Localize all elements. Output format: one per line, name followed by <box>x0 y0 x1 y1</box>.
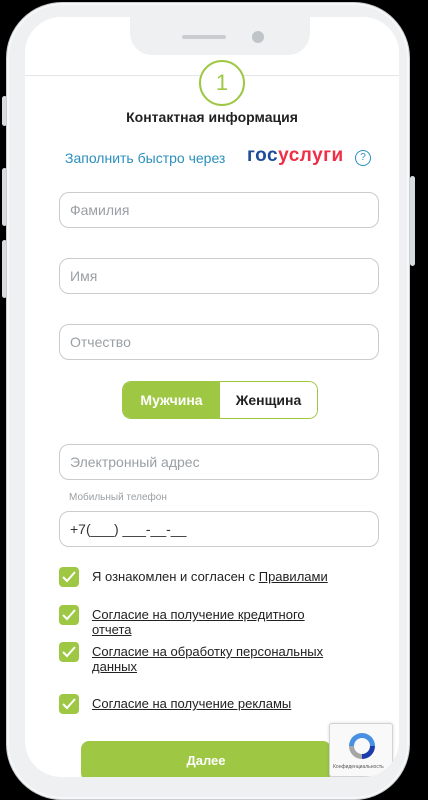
consent-rules-checkbox[interactable] <box>59 567 79 587</box>
phone-side-button <box>410 176 415 266</box>
consent-credit-link[interactable]: Согласие на получение кредитного отчета <box>92 607 305 637</box>
check-icon <box>62 571 76 583</box>
page-title: Контактная информация <box>126 109 298 125</box>
phone-notch <box>130 17 310 55</box>
middle-name-input[interactable] <box>60 325 378 359</box>
gender-female-button[interactable]: Женщина <box>220 382 317 418</box>
first-name-input[interactable] <box>60 259 378 293</box>
last-name-input[interactable] <box>60 193 378 227</box>
next-button[interactable]: Далее <box>81 741 331 777</box>
question-icon[interactable]: ? <box>355 150 371 166</box>
gender-male-button[interactable]: Мужчина <box>123 382 220 418</box>
phone-field[interactable] <box>59 511 379 547</box>
recaptcha-text[interactable]: Конфиденциальность <box>333 764 384 770</box>
consent-personal-data-label: Согласие на обработку персональных данны… <box>92 644 342 674</box>
phone-screen: 1 Контактная информация Заполнить быстро… <box>25 17 399 777</box>
phone-input[interactable] <box>60 512 378 546</box>
consent-rules-label: Я ознакомлен и согласен с Правилами <box>92 569 342 584</box>
phone-body: 1 Контактная информация Заполнить быстро… <box>6 2 410 800</box>
gender-toggle: Мужчина Женщина <box>122 381 318 419</box>
gosuslugi-fill-link[interactable]: Заполнить быстро через <box>65 150 225 166</box>
consent-advertising-link[interactable]: Согласие на получение рекламы <box>92 696 291 711</box>
consent-advertising-checkbox[interactable] <box>59 694 79 714</box>
rules-link[interactable]: Правилами <box>259 569 328 584</box>
email-input[interactable] <box>60 445 378 479</box>
last-name-field[interactable] <box>59 192 379 228</box>
consent-personal-data-link[interactable]: Согласие на обработку персональных данны… <box>92 644 323 674</box>
recaptcha-icon <box>349 733 375 759</box>
consent-credit-label: Согласие на получение кредитного отчета <box>92 607 342 637</box>
check-icon <box>62 609 76 621</box>
gosuslugi-logo-part2: услуги <box>278 145 344 166</box>
speaker-slot <box>182 35 226 39</box>
camera-icon <box>252 31 264 43</box>
gosuslugi-logo[interactable]: госуслуги <box>247 145 344 167</box>
consent-personal-data-checkbox[interactable] <box>59 642 79 662</box>
email-field[interactable] <box>59 444 379 480</box>
middle-name-field[interactable] <box>59 324 379 360</box>
check-icon <box>62 646 76 658</box>
step-indicator: 1 <box>199 60 245 106</box>
check-icon <box>62 698 76 710</box>
phone-label: Мобильный телефон <box>69 492 167 503</box>
phone-frame: 1 Контактная информация Заполнить быстро… <box>0 0 428 800</box>
gosuslugi-logo-part1: гос <box>247 145 279 166</box>
recaptcha-badge[interactable]: Конфиденциальность <box>329 723 393 777</box>
first-name-field[interactable] <box>59 258 379 294</box>
consent-advertising-label: Согласие на получение рекламы <box>92 696 342 711</box>
consent-rules-text: Я ознакомлен и согласен с <box>92 569 259 584</box>
consent-credit-checkbox[interactable] <box>59 605 79 625</box>
